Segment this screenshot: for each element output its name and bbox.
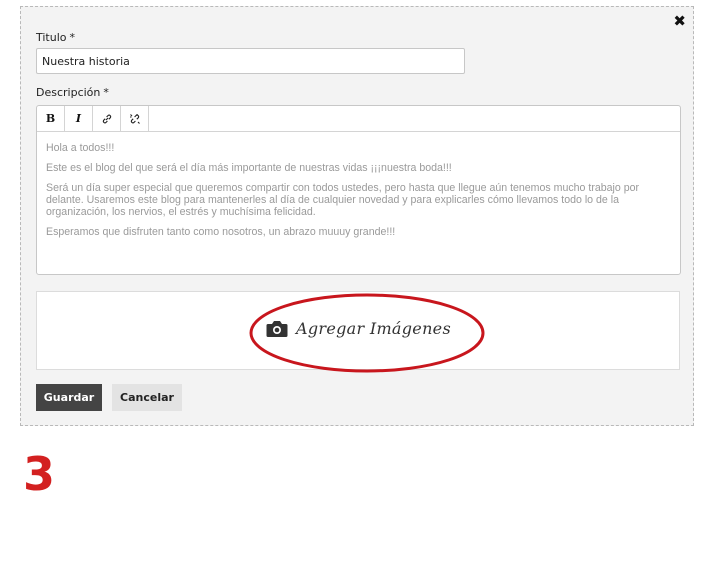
description-paragraph: Este es el blog del que será el día más … xyxy=(46,162,452,174)
edit-post-dialog: ✖ Titulo* Descripción* B I Hola a todos!… xyxy=(20,6,694,426)
required-marker: * xyxy=(69,31,76,44)
link-icon[interactable] xyxy=(93,106,121,131)
editor-content[interactable]: Hola a todos!!! Este es el blog del que … xyxy=(37,132,680,238)
required-marker: * xyxy=(103,86,109,99)
cancel-button[interactable]: Cancelar xyxy=(112,384,182,411)
bold-button[interactable]: B xyxy=(37,106,65,131)
save-button[interactable]: Guardar xyxy=(36,384,102,411)
camera-icon xyxy=(266,320,288,337)
title-input[interactable] xyxy=(36,48,465,74)
italic-button[interactable]: I xyxy=(65,106,93,131)
description-editor[interactable]: B I Hola a todos!!! Este es el blog del … xyxy=(36,105,681,275)
title-label-text: Titulo xyxy=(36,31,67,44)
description-paragraph: Será un día super especial que queremos … xyxy=(46,182,640,218)
description-paragraph: Esperamos que disfruten tanto como nosot… xyxy=(46,226,396,238)
add-images-button[interactable]: Agregar Imágenes xyxy=(266,319,451,338)
add-images-dropzone[interactable]: Agregar Imágenes xyxy=(36,291,680,370)
unlink-icon[interactable] xyxy=(121,106,149,131)
description-paragraph: Hola a todos!!! xyxy=(46,142,115,154)
add-images-label: Agregar Imágenes xyxy=(296,319,451,338)
description-label-text: Descripción xyxy=(36,86,101,99)
step-number: 3 xyxy=(23,447,56,501)
description-field-label: Descripción * xyxy=(36,86,109,99)
close-icon[interactable]: ✖ xyxy=(673,13,686,29)
title-field-label: Titulo * xyxy=(36,31,75,44)
editor-toolbar: B I xyxy=(37,106,680,132)
